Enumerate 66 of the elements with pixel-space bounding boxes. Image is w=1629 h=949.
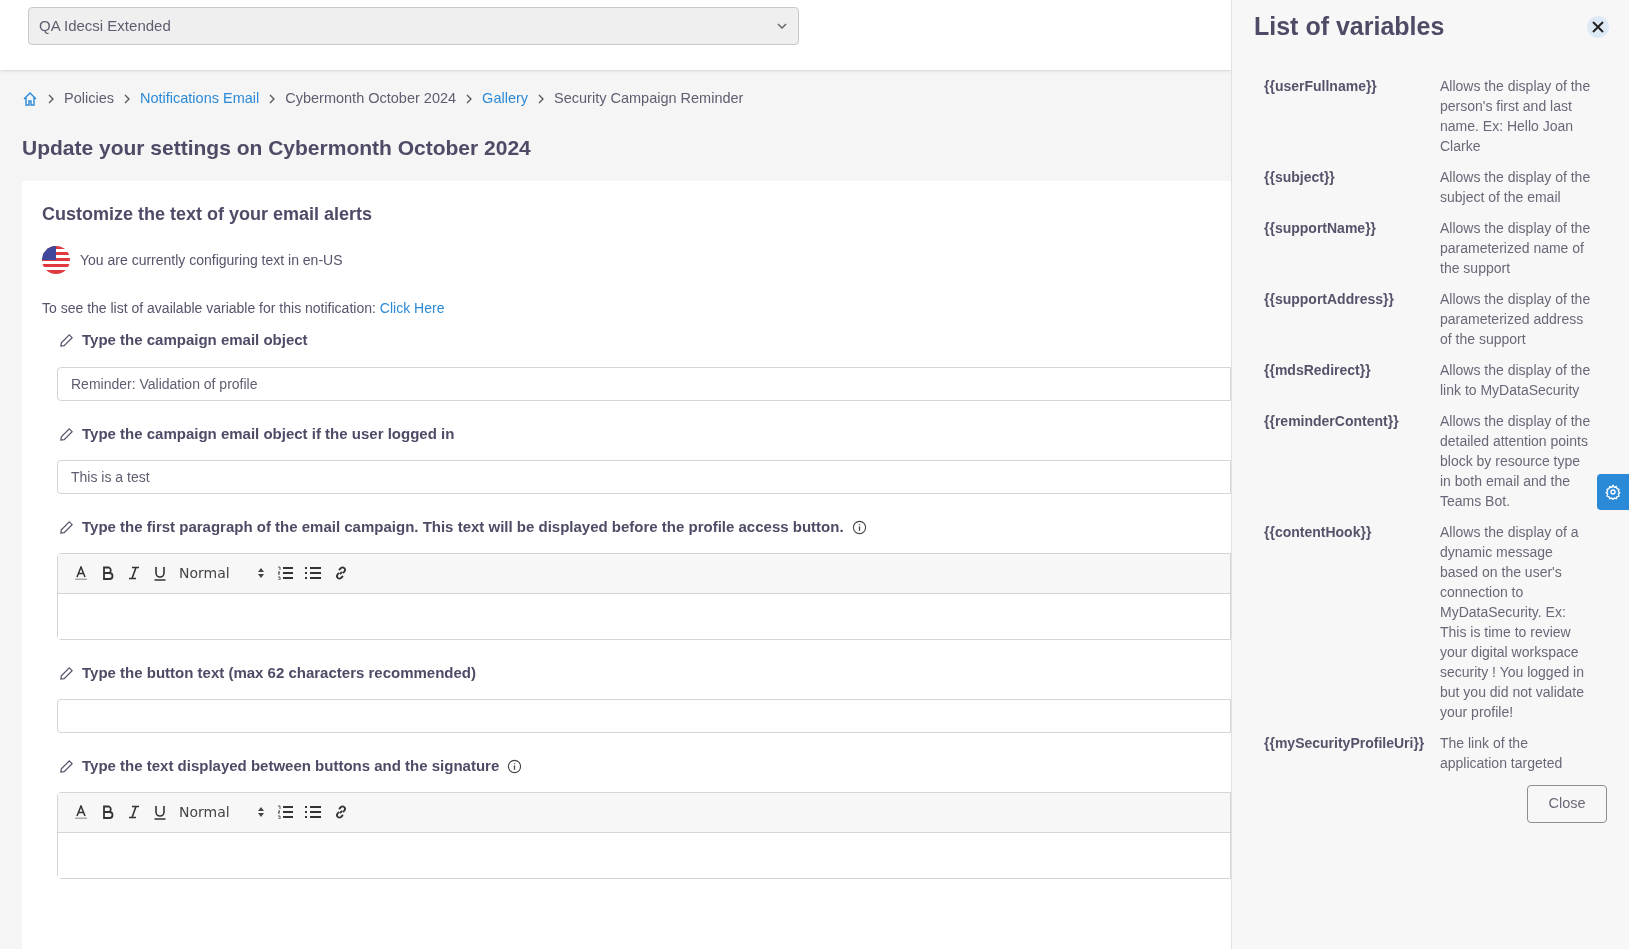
locale-note: You are currently configuring text in en-US <box>80 250 343 270</box>
pencil-icon <box>59 426 74 442</box>
pencil-icon <box>59 665 74 681</box>
bold-icon[interactable] <box>101 805 115 820</box>
variable-name: {{mySecurityProfileUri}} <box>1264 733 1426 753</box>
variable-description: Allows the display of the parameterized address of the support <box>1440 289 1592 349</box>
field-label: Type the campaign email object if the user logged in <box>82 423 455 444</box>
variable-description: Allows the display of the person's first and last name. Ex: Hello Joan Clarke <box>1440 76 1592 156</box>
variable-description: Allows the display of the detailed attention points block by resource type in both email and the Teams Bot. <box>1440 411 1592 511</box>
text-color-icon[interactable] <box>73 805 89 820</box>
field-label: Type the text displayed between buttons and the signature <box>82 756 500 777</box>
bullet-list-icon[interactable] <box>305 566 321 581</box>
page-title: Update your settings on Cybermonth October 2024 <box>21 134 532 161</box>
variable-name: {{supportAddress}} <box>1264 289 1395 309</box>
variable-name: {{userFullname}} <box>1264 76 1378 96</box>
click-here-link[interactable]: Click Here <box>379 298 445 320</box>
close-button[interactable]: Close <box>1527 784 1607 823</box>
breadcrumb-link[interactable]: Notifications Email <box>139 88 260 110</box>
breadcrumb-item: Cybermonth October 2024 <box>285 89 457 108</box>
bullet-list-icon[interactable] <box>305 805 321 820</box>
link-icon[interactable] <box>333 565 349 582</box>
link-icon[interactable] <box>333 804 349 821</box>
variable-description: Allows the display of the subject of the email <box>1440 167 1592 207</box>
settings-icon[interactable] <box>1597 474 1629 510</box>
format-select[interactable]: Normal <box>179 562 265 584</box>
pencil-icon <box>59 333 74 348</box>
variable-description: Allows the display of a dynamic message based on the user's connection to MyDataSecurity. Ex: This is time to review your digital workspace security ! You logged in but you did not validate your profile! <box>1440 522 1585 722</box>
pencil-icon <box>59 759 74 774</box>
variable-name: {{mdsRedirect}} <box>1264 360 1372 380</box>
bold-icon[interactable] <box>101 566 115 581</box>
card-title: Customize the text of your email alerts <box>42 203 374 227</box>
field-label: Type the button text (max 62 characters recommended) <box>82 662 476 683</box>
variable-name: {{contentHook}} <box>1264 522 1373 542</box>
breadcrumb-link[interactable]: Gallery <box>482 88 529 110</box>
breadcrumb-item: Security Campaign Reminder <box>554 89 744 108</box>
text-input[interactable]: This is a test <box>57 460 1231 495</box>
underline-icon[interactable] <box>153 804 167 820</box>
flag-icon <box>42 246 70 275</box>
field-label: Type the campaign email object <box>82 330 308 351</box>
organization-select[interactable]: QA Idecsi Extended <box>28 7 799 45</box>
chevron-right-icon <box>46 93 56 104</box>
pencil-icon <box>59 520 74 535</box>
sort-arrows-icon <box>257 567 265 580</box>
close-icon[interactable] <box>1587 15 1609 38</box>
chevron-down-icon <box>776 20 788 32</box>
variable-name: {{subject}} <box>1264 167 1336 187</box>
italic-icon[interactable] <box>127 566 141 581</box>
numbered-list-icon[interactable] <box>277 566 293 581</box>
text-input[interactable]: Reminder: Validation of profile <box>57 366 1231 401</box>
panel-title: List of variables <box>1254 11 1445 42</box>
text-input[interactable] <box>57 699 1231 734</box>
numbered-list-icon[interactable] <box>277 805 293 820</box>
sort-arrows-icon <box>257 806 265 819</box>
variable-description: Allows the display of the parameterized name of the support <box>1440 218 1592 278</box>
variable-description: Allows the display of the link to MyDataSecurity <box>1440 360 1592 400</box>
field-label: Type the first paragraph of the email campaign. This text will be displayed before the profile access button. <box>82 517 844 538</box>
variable-name: {{reminderContent}} <box>1264 411 1400 431</box>
variables-hint: To see the list of available variable for this notification: <box>42 299 376 319</box>
italic-icon[interactable] <box>127 805 141 820</box>
home-icon[interactable] <box>22 90 38 107</box>
text-color-icon[interactable] <box>73 566 89 581</box>
breadcrumb-item: Policies <box>64 89 114 108</box>
format-select[interactable]: Normal <box>179 801 265 823</box>
variable-name: {{supportName}} <box>1264 218 1378 238</box>
variable-description: The link of the application targeted <box>1440 733 1564 773</box>
underline-icon[interactable] <box>153 565 167 581</box>
